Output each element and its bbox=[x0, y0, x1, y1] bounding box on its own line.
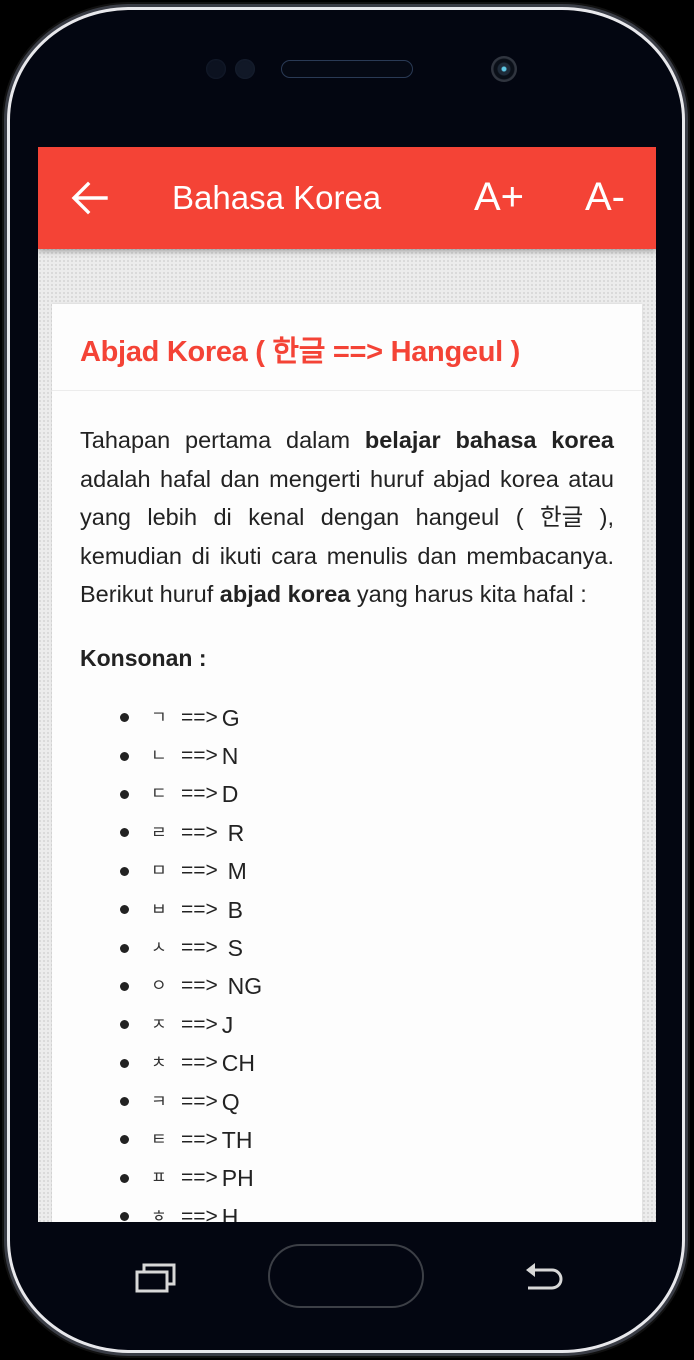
content-card: Abjad Korea ( 한글 ==> Hangeul ) Tahapan p… bbox=[52, 304, 642, 1222]
light-sensor bbox=[235, 59, 255, 79]
konsonan-item: ㅋ ==> Q bbox=[120, 1082, 614, 1120]
konsonan-item: ㅂ ==> B bbox=[120, 890, 614, 928]
konsonan-item: ㅅ ==> S bbox=[120, 929, 614, 967]
mapping-arrow: ==> bbox=[181, 705, 218, 729]
hangeul-jamo: ㅎ bbox=[151, 1206, 167, 1222]
recent-apps-icon[interactable] bbox=[134, 1262, 178, 1294]
mapping-arrow: ==> bbox=[181, 897, 224, 921]
mapping-arrow: ==> bbox=[181, 1204, 218, 1222]
hangeul-jamo: ㄴ bbox=[151, 746, 167, 766]
latin-equivalent: TH bbox=[221, 1126, 253, 1153]
latin-equivalent: B bbox=[227, 896, 243, 923]
hangeul-jamo: ㅋ bbox=[151, 1091, 167, 1111]
section-title-konsonan: Konsonan : bbox=[80, 644, 207, 671]
mapping-arrow: ==> bbox=[181, 936, 224, 960]
intro-bold-text: belajar bahasa korea bbox=[364, 427, 614, 453]
latin-equivalent: J bbox=[221, 1011, 234, 1038]
bullet-icon bbox=[120, 1135, 129, 1145]
front-camera-icon bbox=[491, 56, 517, 82]
hangeul-jamo: ㅌ bbox=[151, 1129, 167, 1149]
bullet-icon bbox=[120, 943, 129, 953]
latin-equivalent: D bbox=[221, 781, 239, 808]
font-decrease-button[interactable]: A- bbox=[585, 173, 625, 221]
bullet-icon bbox=[120, 1212, 129, 1222]
bullet-icon bbox=[120, 981, 129, 991]
konsonan-item: ㄹ ==> R bbox=[120, 814, 614, 852]
back-nav-icon[interactable] bbox=[522, 1260, 566, 1296]
bullet-icon bbox=[120, 1097, 129, 1107]
bullet-icon bbox=[120, 828, 129, 838]
intro-text: yang harus kita hafal : bbox=[350, 581, 587, 607]
latin-equivalent: H bbox=[221, 1203, 239, 1222]
card-title: Abjad Korea ( 한글 ==> Hangeul ) bbox=[80, 336, 520, 368]
konsonan-item: ㅁ ==> M bbox=[120, 852, 614, 890]
konsonan-item: ㅇ ==> NG bbox=[120, 967, 614, 1005]
latin-equivalent: S bbox=[227, 935, 243, 962]
latin-equivalent: NG bbox=[227, 973, 263, 1000]
mapping-arrow: ==> bbox=[181, 744, 218, 768]
bullet-icon bbox=[120, 751, 129, 761]
latin-equivalent: N bbox=[221, 743, 239, 770]
mapping-arrow: ==> bbox=[181, 974, 224, 998]
mapping-arrow: ==> bbox=[181, 782, 218, 806]
intro-bold-text: abjad korea bbox=[219, 581, 351, 607]
mapping-arrow: ==> bbox=[181, 1051, 218, 1075]
konsonan-item: ㅊ ==> CH bbox=[120, 1044, 614, 1082]
bullet-icon bbox=[120, 1058, 129, 1068]
hangeul-jamo: ㅁ bbox=[151, 861, 167, 881]
app-bar: Bahasa Korea A+ A- bbox=[38, 147, 656, 249]
hangeul-jamo: ㅅ bbox=[151, 938, 167, 958]
back-button[interactable] bbox=[68, 175, 114, 221]
app-screen: Bahasa Korea A+ A- Abjad Korea ( 한글 ==> … bbox=[38, 147, 656, 1222]
konsonan-item: ㄱ ==> G bbox=[120, 699, 614, 737]
hangeul-jamo: ㄷ bbox=[151, 784, 167, 804]
konsonan-item: ㅍ ==> PH bbox=[120, 1159, 614, 1197]
latin-equivalent: Q bbox=[221, 1088, 240, 1115]
hangeul-jamo: ㅂ bbox=[151, 899, 167, 919]
konsonan-item: ㅌ ==> TH bbox=[120, 1121, 614, 1159]
bullet-icon bbox=[120, 905, 129, 915]
hangeul-jamo: ㄱ bbox=[151, 707, 167, 727]
mapping-arrow: ==> bbox=[181, 1127, 218, 1151]
hangeul-jamo: ㅈ bbox=[151, 1014, 167, 1034]
bullet-icon bbox=[120, 1173, 129, 1183]
mapping-arrow: ==> bbox=[181, 859, 224, 883]
mapping-arrow: ==> bbox=[181, 820, 224, 844]
hangeul-jamo: ㅊ bbox=[151, 1053, 167, 1073]
latin-equivalent: CH bbox=[221, 1050, 256, 1077]
card-body: Tahapan pertama dalam belajar bahasa kor… bbox=[52, 391, 642, 1222]
bullet-icon bbox=[120, 1020, 129, 1030]
latin-equivalent: M bbox=[227, 858, 247, 885]
hangeul-jamo: ㅇ bbox=[151, 976, 167, 996]
proximity-sensor bbox=[206, 59, 226, 79]
mapping-arrow: ==> bbox=[181, 1089, 218, 1113]
hangeul-jamo: ㄹ bbox=[151, 822, 167, 842]
earpiece-speaker bbox=[281, 60, 413, 78]
konsonan-item: ㄴ ==> N bbox=[120, 737, 614, 775]
mapping-arrow: ==> bbox=[181, 1012, 218, 1036]
card-header: Abjad Korea ( 한글 ==> Hangeul ) bbox=[52, 304, 642, 391]
mapping-arrow: ==> bbox=[181, 1166, 218, 1190]
bullet-icon bbox=[120, 789, 129, 799]
konsonan-item: ㅈ ==> J bbox=[120, 1006, 614, 1044]
latin-equivalent: G bbox=[221, 704, 240, 731]
latin-equivalent: PH bbox=[221, 1165, 254, 1192]
hangeul-jamo: ㅍ bbox=[151, 1168, 167, 1188]
konsonan-item: ㅎ ==> H bbox=[120, 1198, 614, 1222]
app-title: Bahasa Korea bbox=[172, 179, 382, 216]
bullet-icon bbox=[120, 866, 129, 876]
konsonan-list: ㄱ ==> G ㄴ ==> N ㄷ ==> D ㄹ ==> R ㅁ ==> M ㅂ ==> B ㅅ ==> Sㅇ… bbox=[80, 699, 614, 1222]
bullet-icon bbox=[120, 713, 129, 723]
konsonan-item: ㄷ ==> D bbox=[120, 775, 614, 813]
latin-equivalent: R bbox=[227, 819, 245, 846]
font-increase-button[interactable]: A+ bbox=[474, 173, 524, 221]
intro-paragraph: Tahapan pertama dalam belajar bahasa kor… bbox=[80, 421, 614, 614]
arrow-left-icon bbox=[71, 181, 108, 215]
intro-text: Tahapan pertama dalam bbox=[80, 427, 365, 453]
home-button[interactable] bbox=[268, 1244, 424, 1308]
